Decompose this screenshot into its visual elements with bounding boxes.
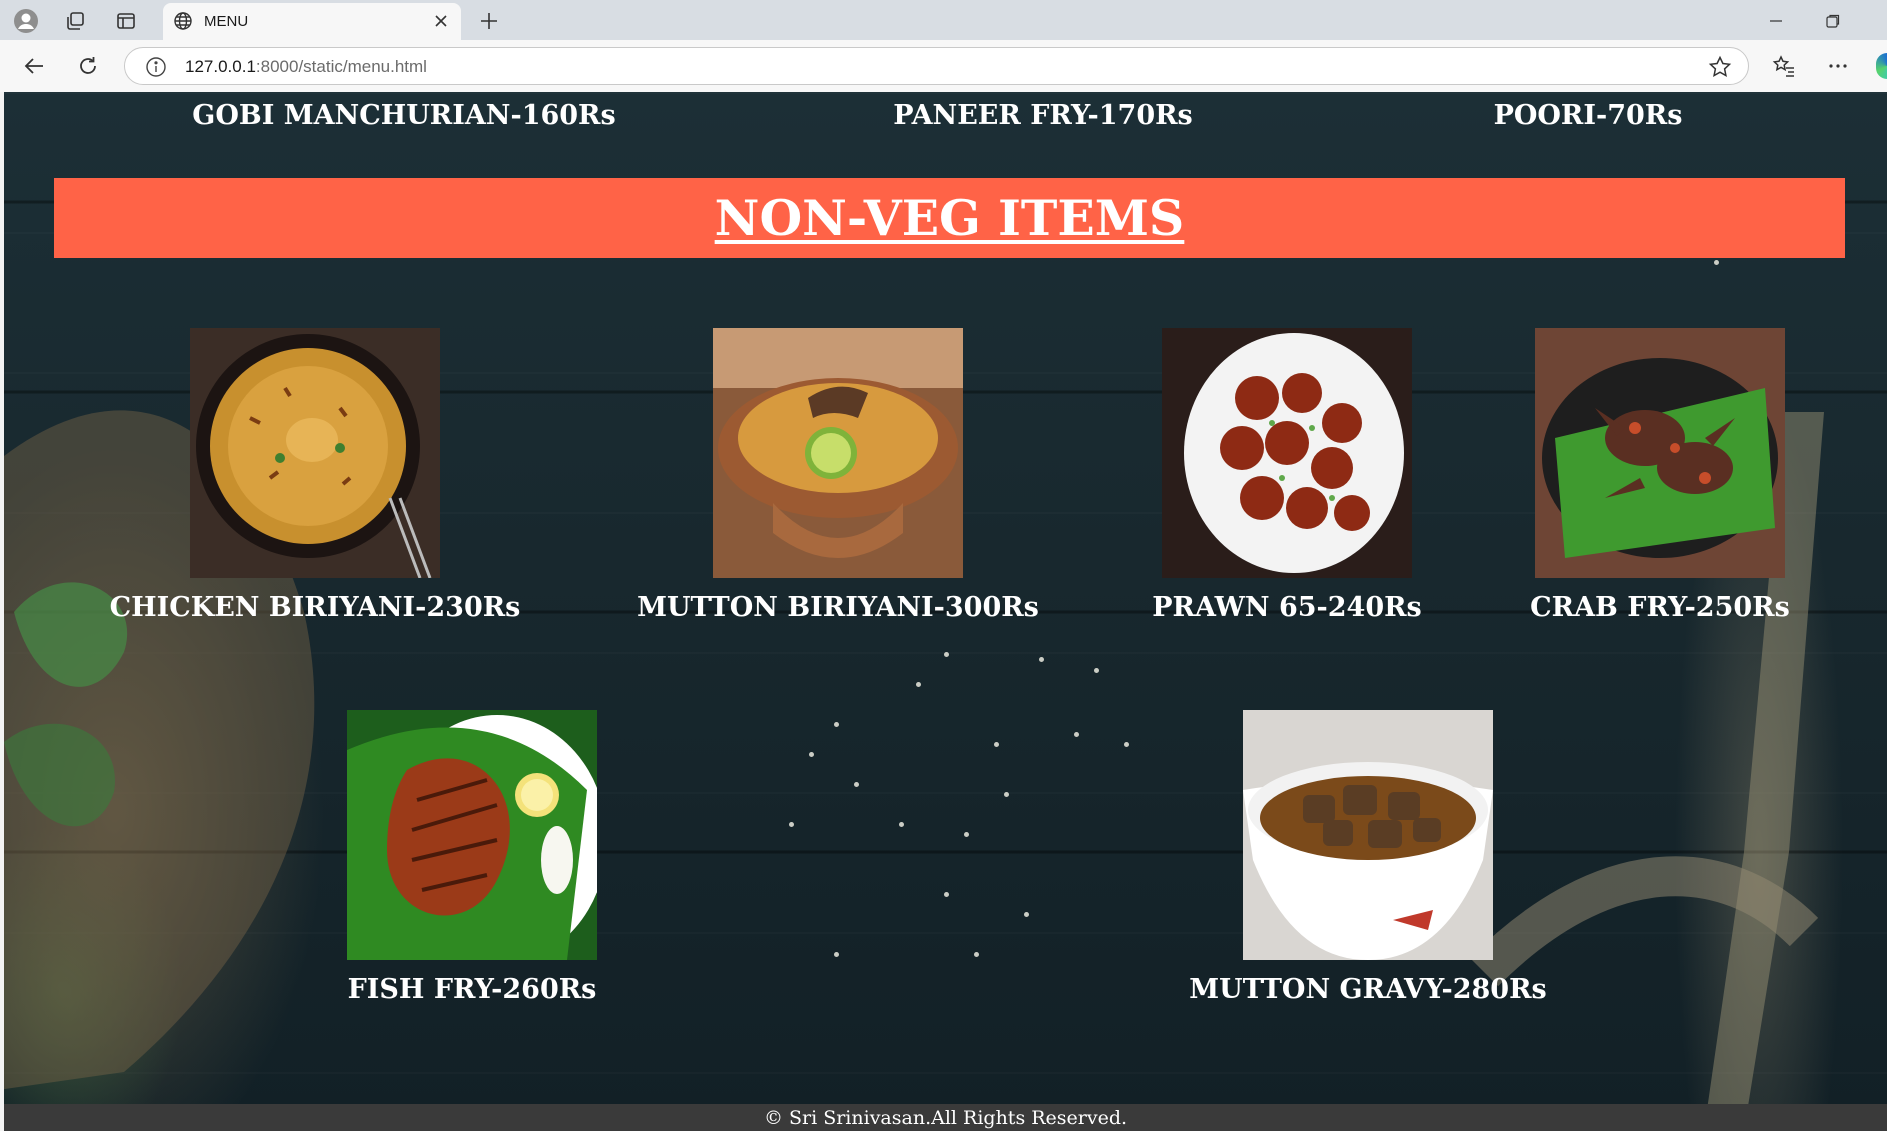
decor-dot: [809, 752, 814, 757]
decor-dot: [1074, 732, 1079, 737]
mutton-biriyani-image: [713, 328, 963, 578]
decor-dot: [899, 822, 904, 827]
menu-item-mutton-biriyani: MUTTON BIRIYANI-300Rs: [598, 328, 1078, 623]
prawn-65-image: [1162, 328, 1412, 578]
decor-dot: [1024, 912, 1029, 917]
copyright-text: © Sri Srinivasan.All Rights Reserved.: [763, 1106, 1128, 1129]
item-name: CHICKEN BIRIYANI-230Rs: [109, 592, 521, 623]
profile-icon[interactable]: [11, 6, 41, 36]
workspaces-icon[interactable]: [60, 6, 90, 36]
decor-dot: [964, 832, 969, 837]
nonveg-section-title: NON-VEG ITEMS: [714, 189, 1185, 247]
decor-dot: [834, 722, 839, 727]
decor-dot: [1004, 792, 1009, 797]
restore-icon[interactable]: [1813, 6, 1853, 36]
decor-dot: [944, 652, 949, 657]
browser-tab-bar: MENU: [0, 0, 1887, 40]
item-name: FISH FRY-260Rs: [347, 974, 597, 1005]
decor-dot: [994, 742, 999, 747]
nonveg-section-banner: NON-VEG ITEMS: [54, 178, 1845, 258]
url-path: :8000/static/menu.html: [255, 57, 427, 76]
decor-dot: [854, 782, 859, 787]
fish-fry-image: [347, 710, 597, 960]
decor-dot: [944, 892, 949, 897]
item-name: MUTTON BIRIYANI-300Rs: [637, 592, 1039, 623]
decor-dot: [1714, 260, 1719, 265]
more-options-icon[interactable]: [1822, 50, 1854, 82]
item-name: CRAB FRY-250Rs: [1530, 592, 1790, 623]
site-info-icon[interactable]: [145, 56, 167, 78]
decor-dot: [1094, 668, 1099, 673]
crab-fry-image: [1535, 328, 1785, 578]
tab-title: MENU: [204, 13, 249, 30]
menu-item-chicken-biriyani: CHICKEN BIRIYANI-230Rs: [75, 328, 555, 623]
active-tab[interactable]: MENU: [163, 3, 461, 40]
url-text[interactable]: 127.0.0.1:8000/static/menu.html: [185, 57, 427, 77]
back-arrow-icon[interactable]: [18, 50, 50, 82]
new-tab-icon[interactable]: [474, 6, 504, 36]
page-footer: © Sri Srinivasan.All Rights Reserved.: [4, 1104, 1887, 1131]
url-host: 127.0.0.1: [185, 57, 256, 76]
reload-icon[interactable]: [72, 50, 104, 82]
decor-dot: [916, 682, 921, 687]
menu-page: GOBI MANCHURIAN-160Rs PANEER FRY-170Rs P…: [4, 92, 1887, 1131]
veg-item-gobi-manchurian: GOBI MANCHURIAN-160Rs: [192, 100, 616, 131]
veg-item-poori: POORI-70Rs: [1493, 100, 1683, 131]
decor-dot: [974, 952, 979, 957]
globe-icon: [173, 11, 193, 31]
chicken-biriyani-image: [190, 328, 440, 578]
minimize-icon[interactable]: [1756, 6, 1796, 36]
item-name: MUTTON GRAVY-280Rs: [1189, 974, 1547, 1005]
veg-item-paneer-fry: PANEER FRY-170Rs: [893, 100, 1193, 131]
mutton-gravy-image: [1243, 710, 1493, 960]
decor-dot: [789, 822, 794, 827]
close-tab-icon[interactable]: [431, 11, 451, 31]
copilot-icon[interactable]: [1876, 53, 1887, 79]
address-bar[interactable]: 127.0.0.1:8000/static/menu.html: [124, 47, 1749, 85]
favorites-icon[interactable]: [1768, 50, 1800, 82]
decor-dot: [1039, 657, 1044, 662]
decor-dot: [834, 952, 839, 957]
browser-toolbar: 127.0.0.1:8000/static/menu.html: [0, 40, 1887, 92]
favorite-star-icon[interactable]: [1708, 55, 1732, 79]
menu-item-fish-fry: FISH FRY-260Rs: [232, 710, 712, 1005]
menu-item-crab-fry: CRAB FRY-250Rs: [1420, 328, 1887, 623]
menu-item-mutton-gravy: MUTTON GRAVY-280Rs: [1128, 710, 1608, 1005]
tab-actions-icon[interactable]: [111, 6, 141, 36]
